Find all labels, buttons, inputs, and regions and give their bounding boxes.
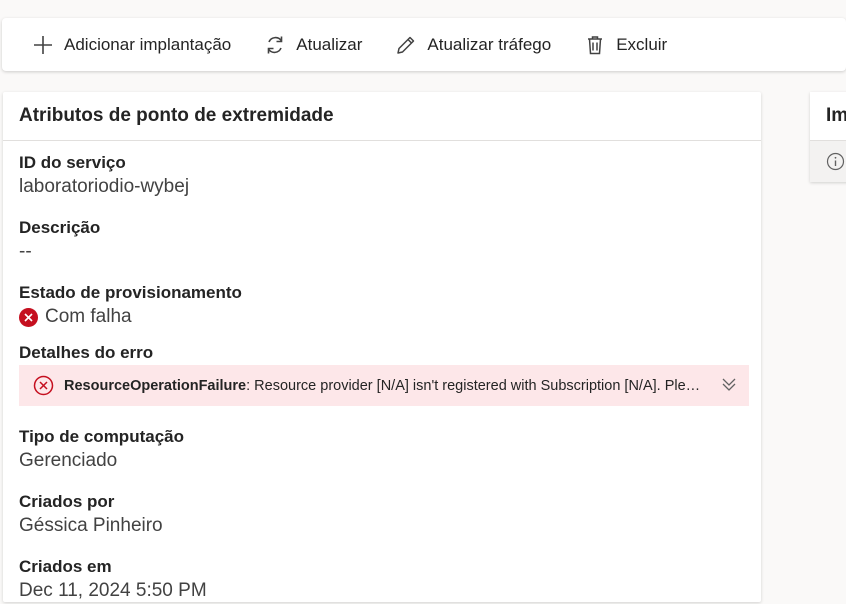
- error-message-text: ResourceOperationFailure: Resource provi…: [64, 378, 704, 394]
- created-on-field: Criados em Dec 11, 2024 5:50 PM: [19, 556, 207, 604]
- update-traffic-label: Atualizar tráfego: [427, 34, 552, 54]
- info-icon: [826, 152, 845, 171]
- pencil-icon: [397, 36, 415, 54]
- error-circle-outline-icon: [33, 375, 54, 396]
- plus-icon: [34, 35, 52, 54]
- created-by-field: Criados por Géssica Pinheiro: [19, 491, 163, 539]
- error-circle-icon: [19, 307, 38, 327]
- description-label: Descrição: [19, 218, 101, 237]
- refresh-button[interactable]: Atualizar: [264, 25, 362, 65]
- command-bar: Adicionar implantação Atualizar Atualiza…: [2, 18, 846, 71]
- provisioning-state-value: Com falha: [45, 306, 132, 327]
- error-details-field: Detalhes do erro: [19, 342, 153, 364]
- service-id-value: laboratoriodio-wybej: [19, 176, 190, 197]
- created-by-label: Criados por: [19, 492, 115, 511]
- error-message-bar[interactable]: ResourceOperationFailure: Resource provi…: [19, 365, 749, 406]
- service-id-label: ID do serviço: [19, 153, 126, 172]
- error-code: ResourceOperationFailure: [64, 377, 247, 394]
- trash-icon: [588, 35, 603, 54]
- compute-type-field: Tipo de computação Gerenciado: [19, 426, 184, 474]
- created-on-value: Dec 11, 2024 5:50 PM: [19, 580, 207, 601]
- provisioning-state-field: Estado de provisionamento Com falha: [19, 282, 242, 330]
- card-title: Atributos de ponto de extremidade: [3, 92, 761, 141]
- compute-type-value: Gerenciado: [19, 450, 118, 471]
- endpoint-attributes-card: Atributos de ponto de extremidade ID do …: [3, 92, 761, 602]
- add-deployment-label: Adicionar implantação: [64, 34, 232, 54]
- created-by-value: Géssica Pinheiro: [19, 515, 163, 536]
- refresh-label: Atualizar: [296, 34, 363, 54]
- description-value: --: [19, 241, 32, 262]
- side-card-title: Im: [810, 92, 846, 141]
- side-card-info-bar: [810, 141, 846, 182]
- error-details-label: Detalhes do erro: [19, 343, 154, 362]
- description-field: Descrição --: [19, 217, 100, 265]
- service-id-field: ID do serviço laboratoriodio-wybej: [19, 152, 189, 200]
- compute-type-label: Tipo de computação: [19, 427, 184, 446]
- refresh-icon: [267, 36, 283, 53]
- delete-button[interactable]: Excluir: [584, 25, 667, 65]
- created-on-label: Criados em: [19, 557, 112, 576]
- chevron-double-down-icon[interactable]: [721, 375, 737, 393]
- provisioning-state-status: Com falha: [19, 304, 242, 330]
- delete-label: Excluir: [616, 34, 668, 54]
- provisioning-state-label: Estado de provisionamento: [19, 283, 242, 302]
- side-card: Im: [810, 92, 846, 182]
- update-traffic-button[interactable]: Atualizar tráfego: [395, 25, 551, 65]
- add-deployment-button[interactable]: Adicionar implantação: [32, 25, 231, 65]
- error-message: : Resource provider [N/A] isn't register…: [246, 377, 704, 394]
